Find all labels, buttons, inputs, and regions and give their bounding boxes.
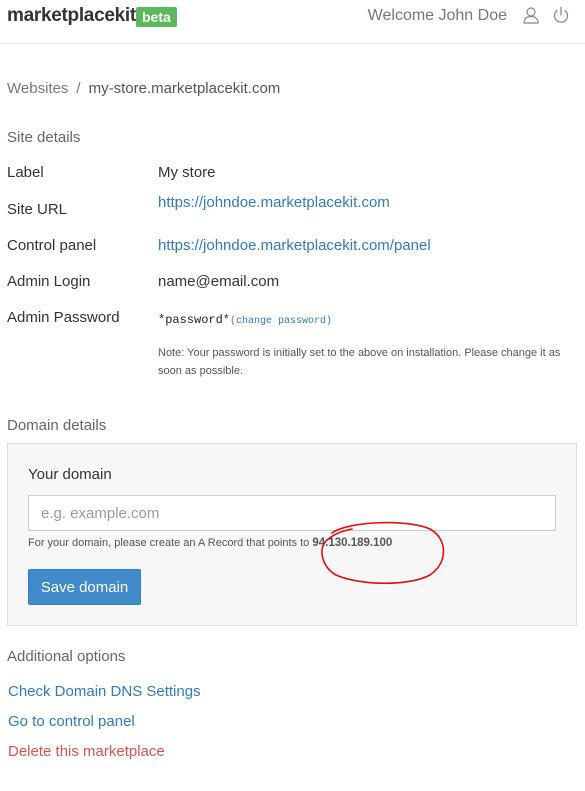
breadcrumb-separator: / <box>76 80 81 97</box>
breadcrumb-websites-link[interactable]: Websites <box>7 80 68 97</box>
check-dns-link[interactable]: Check Domain DNS Settings <box>8 683 201 700</box>
control-panel-label: Control panel <box>7 237 97 254</box>
breadcrumb: Websites / my-store.marketplacekit.com <box>7 80 280 97</box>
additional-options-heading: Additional options <box>7 648 126 665</box>
admin-password-value: *password* <box>158 313 231 327</box>
save-domain-button[interactable]: Save domain <box>28 569 141 605</box>
domain-input[interactable] <box>28 495 556 531</box>
a-record-help: For your domain, please create an A Reco… <box>28 537 392 549</box>
beta-badge: beta <box>136 7 177 27</box>
label-field-label: Label <box>7 164 44 181</box>
domain-details-heading: Domain details <box>7 417 107 434</box>
site-url-label: Site URL <box>7 201 68 218</box>
site-url-link[interactable]: https://johndoe.marketplacekit.com <box>158 194 390 211</box>
domain-panel: Your domain For your domain, please crea… <box>7 443 577 626</box>
breadcrumb-current: my-store.marketplacekit.com <box>88 80 281 97</box>
control-panel-link[interactable]: https://johndoe.marketplacekit.com/panel <box>158 237 431 254</box>
admin-login-value: name@email.com <box>158 273 280 290</box>
admin-login-label: Admin Login <box>7 273 91 290</box>
a-record-help-text: For your domain, please create an A Reco… <box>28 537 313 549</box>
your-domain-label: Your domain <box>28 466 112 483</box>
delete-marketplace-link[interactable]: Delete this marketplace <box>8 743 165 760</box>
admin-password-label: Admin Password <box>7 309 120 326</box>
user-icon[interactable] <box>522 6 540 24</box>
go-to-control-panel-link[interactable]: Go to control panel <box>8 713 135 730</box>
welcome-text: Welcome John Doe <box>367 7 507 24</box>
label-field-value: My store <box>158 164 216 181</box>
power-icon[interactable] <box>552 6 570 24</box>
change-password-link[interactable]: (change password) <box>230 316 332 327</box>
top-navbar: marketplacekit beta Welcome John Doe <box>0 0 585 44</box>
server-ip: 94.130.189.100 <box>312 537 393 549</box>
brand-logo[interactable]: marketplacekit <box>7 5 136 27</box>
site-details-heading: Site details <box>7 129 81 146</box>
password-note: Note: Your password is initially set to … <box>158 347 561 377</box>
